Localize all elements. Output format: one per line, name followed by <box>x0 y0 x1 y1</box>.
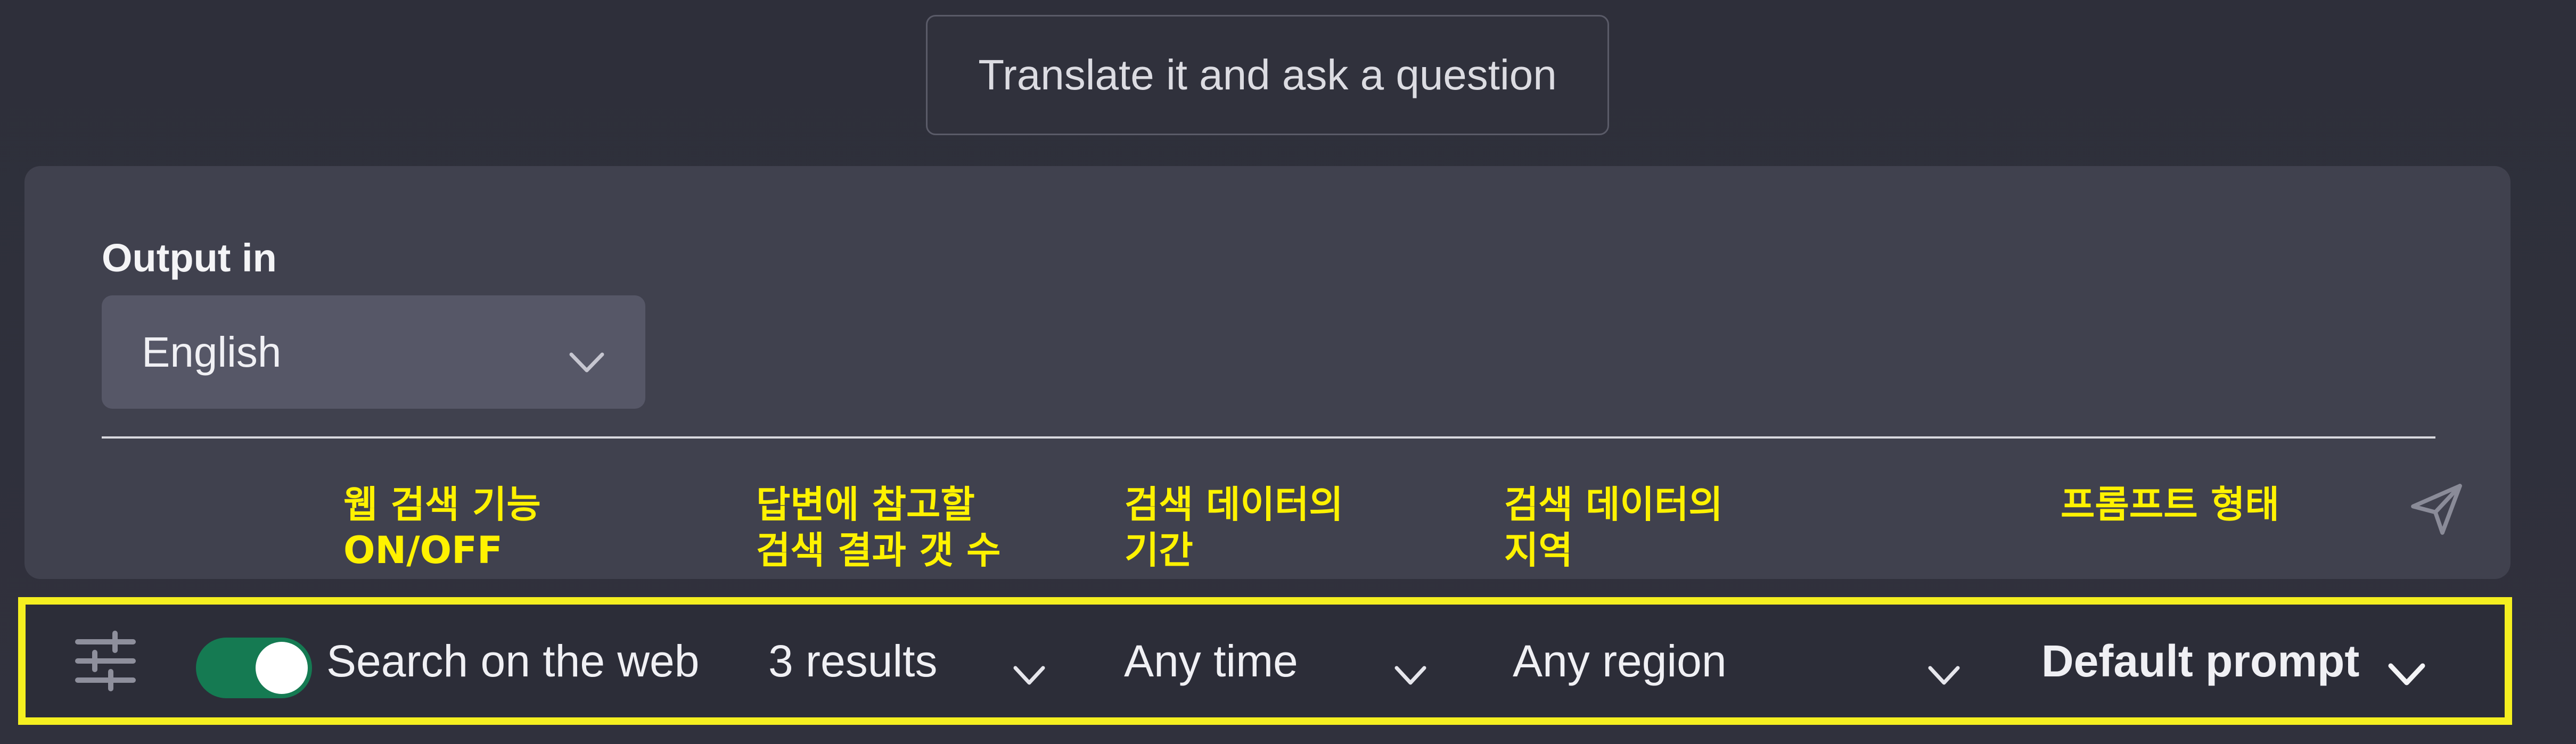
results-count-select[interactable]: 3 results <box>768 605 1077 717</box>
time-range-select[interactable]: Any time <box>1124 605 1443 717</box>
chevron-down-icon <box>1927 646 1961 698</box>
chevron-down-icon <box>568 337 605 386</box>
toggle-knob <box>256 642 308 694</box>
output-in-label: Output in <box>102 236 277 280</box>
results-count-value: 3 results <box>768 635 938 686</box>
region-value: Any region <box>1513 635 1727 686</box>
translate-and-ask-button[interactable]: Translate it and ask a question <box>926 15 1609 135</box>
annotation-region: 검색 데이터의 지역 <box>1504 483 1723 572</box>
region-select[interactable]: Any region <box>1513 605 1971 717</box>
prompt-type-select[interactable]: Default prompt <box>2041 605 2446 717</box>
annotation-prompt-type: 프롬프트 형태 <box>2061 483 2279 526</box>
divider <box>102 436 2435 439</box>
chevron-down-icon <box>1393 646 1428 698</box>
annotation-time-range: 검색 데이터의 기간 <box>1125 483 1343 572</box>
web-search-toggle[interactable] <box>196 638 312 698</box>
prompt-type-value: Default prompt <box>2041 635 2360 686</box>
settings-sliders-icon[interactable] <box>73 605 137 717</box>
selected-language: English <box>142 328 282 376</box>
web-search-toolbar: Search on the web 3 results Any time Any… <box>18 597 2512 725</box>
search-on-web-label: Search on the web <box>326 635 700 686</box>
output-language-select[interactable]: English <box>102 295 645 409</box>
chevron-down-icon <box>2388 646 2426 698</box>
chevron-down-icon <box>1012 646 1046 698</box>
time-range-value: Any time <box>1124 635 1298 686</box>
annotation-result-count: 답변에 참고할 검색 결과 갯 수 <box>756 483 1001 572</box>
send-icon[interactable] <box>2407 480 2466 541</box>
annotation-web-search: 웹 검색 기능 ON/OFF <box>343 483 541 572</box>
